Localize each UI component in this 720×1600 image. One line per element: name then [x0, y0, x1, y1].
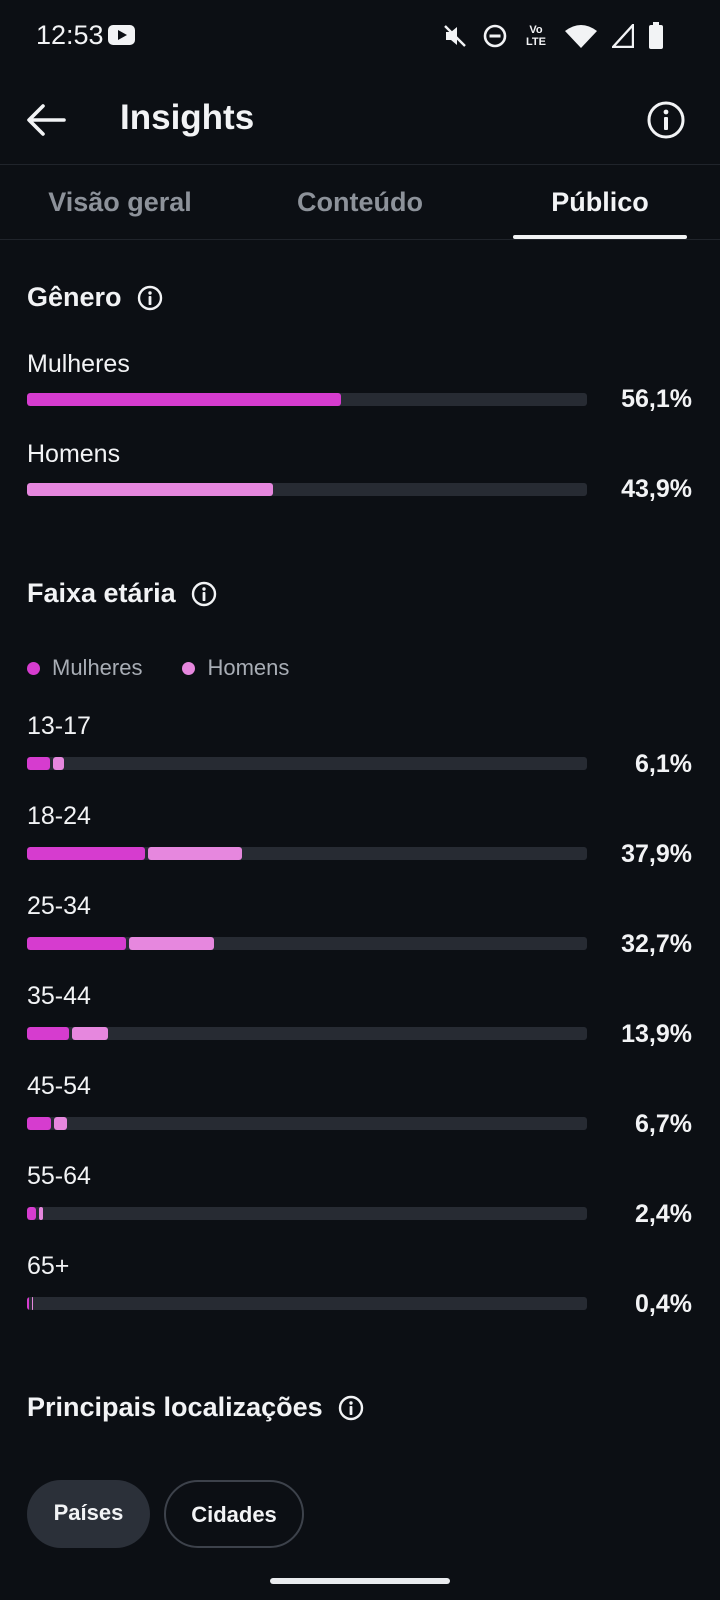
age-row-label: 35-44	[27, 982, 91, 1010]
status-time: 12:53	[36, 20, 104, 50]
age-bar-women	[27, 1027, 69, 1040]
chip-cities[interactable]: Cidades	[164, 1480, 304, 1548]
locations-section-title: Principais localizações	[27, 1392, 365, 1423]
age-bar-men	[39, 1207, 43, 1220]
age-bar-women	[27, 847, 145, 860]
tab-bar: Visão geral Conteúdo Público	[0, 164, 720, 240]
legend-women: Mulheres	[27, 655, 142, 681]
legend-men-dot	[182, 661, 196, 675]
age-bar-men	[32, 1297, 33, 1310]
age-bar-men	[129, 937, 214, 950]
age-row-label: 65+	[27, 1252, 70, 1280]
youtube-icon	[108, 25, 135, 45]
page-title: Insights	[120, 98, 255, 137]
locations-info-icon[interactable]	[337, 1394, 365, 1422]
age-bar-track	[27, 1117, 587, 1130]
gender-row-value: 56,1%	[621, 385, 692, 413]
legend-men: Homens	[182, 655, 289, 681]
wifi-icon	[565, 25, 597, 48]
gender-bar-women	[27, 393, 341, 406]
gender-section-title: Gênero	[27, 282, 164, 313]
age-legend: Mulheres Homens	[27, 655, 289, 681]
age-bar-track	[27, 1207, 587, 1220]
gender-info-icon[interactable]	[136, 284, 164, 312]
signal-icon	[612, 24, 634, 48]
gender-bar-track	[27, 483, 587, 496]
mute-icon	[444, 25, 466, 47]
volte-icon: Vo LTE	[526, 24, 546, 48]
gender-row-label: Mulheres	[27, 350, 130, 378]
age-bar-women	[27, 937, 126, 950]
age-bar-women	[27, 757, 50, 770]
age-bar-women	[27, 1297, 29, 1310]
age-row-label: 55-64	[27, 1162, 91, 1190]
gender-row-label: Homens	[27, 440, 121, 468]
tab-overview[interactable]: Visão geral	[20, 165, 220, 241]
age-row-value: 32,7%	[621, 930, 692, 958]
tab-content[interactable]: Conteúdo	[260, 165, 460, 241]
status-icons: Vo LTE	[442, 18, 664, 54]
gender-bar-men	[27, 483, 273, 496]
age-row-value: 37,9%	[621, 840, 692, 868]
do-not-disturb-icon	[483, 24, 507, 48]
age-bar-men	[148, 847, 242, 860]
age-bar-men	[54, 1117, 67, 1130]
gender-title-text: Gênero	[27, 282, 122, 312]
age-bar-track	[27, 757, 587, 770]
chip-countries[interactable]: Países	[27, 1480, 150, 1548]
age-bar-men	[53, 757, 64, 770]
age-bar-men	[72, 1027, 108, 1040]
age-bar-track	[27, 1027, 587, 1040]
locations-title-text: Principais localizações	[27, 1392, 323, 1422]
active-tab-indicator	[513, 235, 687, 239]
age-row-value: 6,1%	[635, 750, 692, 778]
legend-women-label: Mulheres	[52, 655, 143, 680]
age-bar-track	[27, 847, 587, 860]
gender-bar-track	[27, 393, 587, 406]
back-arrow-icon[interactable]	[24, 98, 68, 142]
age-bar-women	[27, 1207, 36, 1220]
age-row-value: 0,4%	[635, 1290, 692, 1318]
age-row-value: 13,9%	[621, 1020, 692, 1048]
status-bar: 12:53 Vo LTE	[0, 0, 720, 72]
gender-row-value: 43,9%	[621, 475, 692, 503]
age-bar-women	[27, 1117, 51, 1130]
legend-men-label: Homens	[207, 655, 290, 680]
age-section-title: Faixa etária	[27, 578, 218, 609]
battery-icon	[649, 22, 663, 49]
age-row-label: 13-17	[27, 712, 91, 740]
tab-audience[interactable]: Público	[500, 165, 700, 241]
age-row-label: 18-24	[27, 802, 91, 830]
info-icon[interactable]	[644, 98, 688, 142]
age-row-label: 45-54	[27, 1072, 91, 1100]
age-bar-track	[27, 937, 587, 950]
app-bar: Insights	[0, 72, 720, 164]
legend-women-dot	[27, 661, 40, 675]
home-indicator[interactable]	[270, 1578, 450, 1584]
age-row-value: 6,7%	[635, 1110, 692, 1138]
age-row-value: 2,4%	[635, 1200, 692, 1228]
age-row-label: 25-34	[27, 892, 91, 920]
age-bar-track	[27, 1297, 587, 1310]
age-info-icon[interactable]	[190, 580, 218, 608]
age-title-text: Faixa etária	[27, 578, 176, 608]
